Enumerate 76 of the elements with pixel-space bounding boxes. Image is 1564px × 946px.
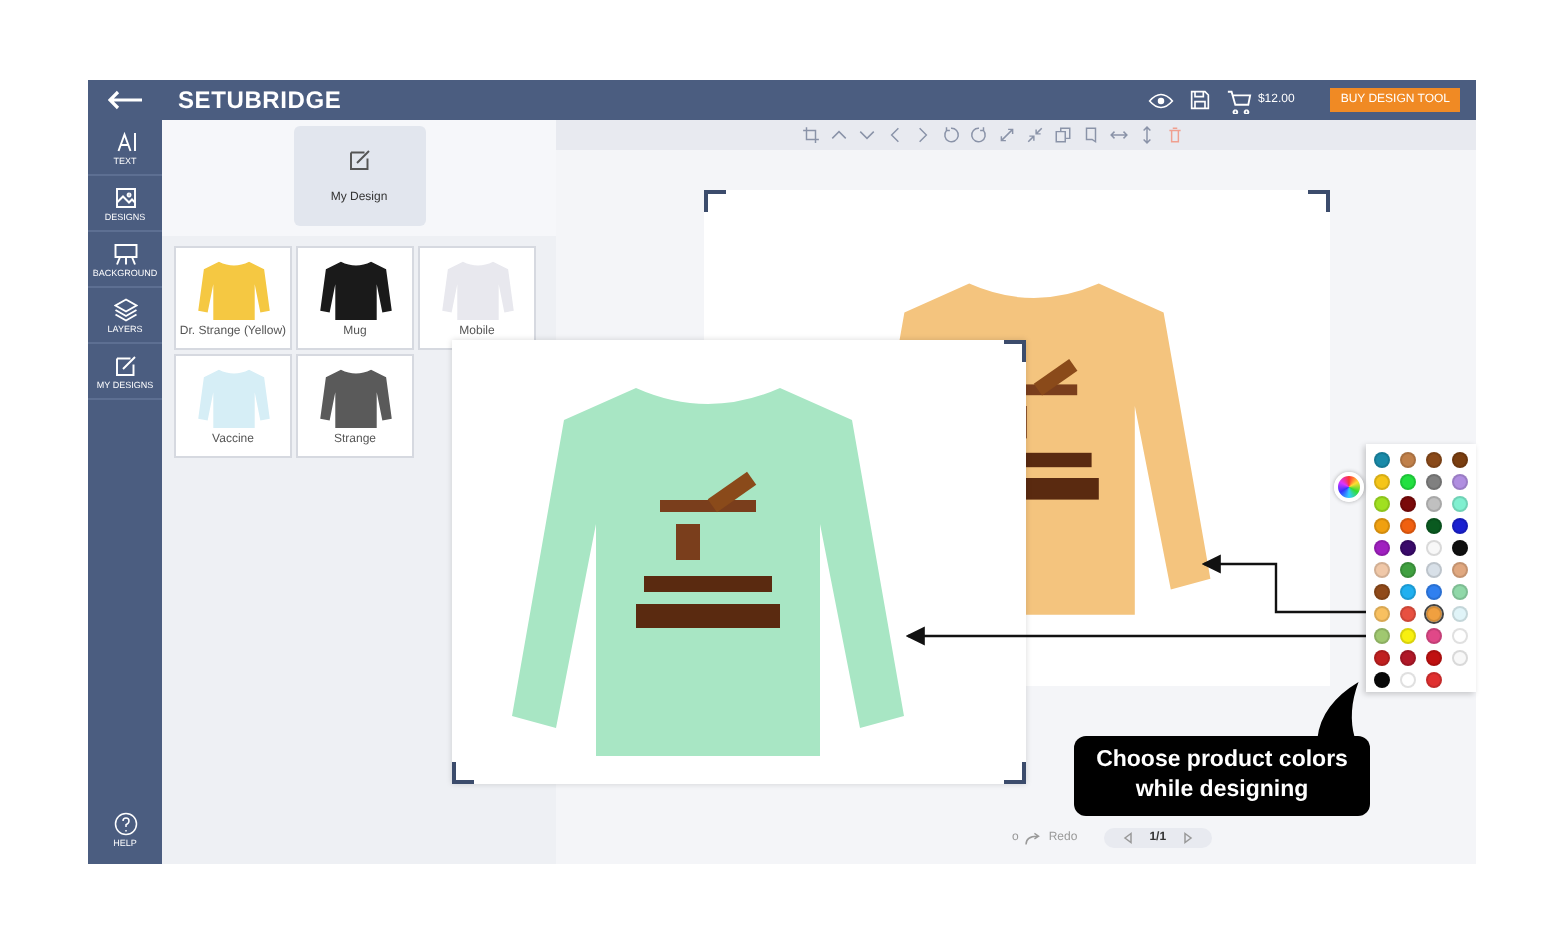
color-swatch[interactable] <box>1374 606 1390 622</box>
color-swatch[interactable] <box>1374 628 1390 644</box>
color-swatch[interactable] <box>1400 606 1416 622</box>
color-swatch[interactable] <box>1452 496 1468 512</box>
color-swatch[interactable] <box>1426 474 1442 490</box>
color-swatch[interactable] <box>1426 584 1442 600</box>
vertical-arrow-icon[interactable] <box>1138 126 1156 144</box>
crop-icon[interactable] <box>802 126 820 144</box>
color-swatch[interactable] <box>1452 606 1468 622</box>
edit-icon <box>113 354 137 378</box>
color-swatch[interactable] <box>1452 628 1468 644</box>
color-swatch[interactable] <box>1374 650 1390 666</box>
color-swatch[interactable] <box>1426 650 1442 666</box>
color-swatch[interactable] <box>1426 496 1442 512</box>
color-swatch[interactable] <box>1426 562 1442 578</box>
color-swatch[interactable] <box>1400 650 1416 666</box>
color-swatch[interactable] <box>1400 562 1416 578</box>
copy-icon[interactable] <box>1054 126 1072 144</box>
corner-bracket <box>452 762 474 784</box>
eye-icon[interactable] <box>1147 91 1174 109</box>
color-swatch[interactable] <box>1400 518 1416 534</box>
cart-icon[interactable] <box>1225 87 1252 113</box>
save-icon[interactable] <box>1189 90 1210 110</box>
previous-page-icon[interactable] <box>1121 832 1134 844</box>
chevron-down-icon[interactable] <box>858 126 876 144</box>
color-swatch[interactable] <box>1452 474 1468 490</box>
color-swatch[interactable] <box>1374 452 1390 468</box>
corner-bracket <box>1004 340 1026 362</box>
color-swatch[interactable] <box>1426 518 1442 534</box>
color-swatch[interactable] <box>1400 474 1416 490</box>
edit-icon <box>347 148 371 172</box>
page-icon[interactable] <box>1082 126 1100 144</box>
rotate-left-icon[interactable] <box>942 126 960 144</box>
color-swatch[interactable] <box>1400 496 1416 512</box>
help-icon <box>113 812 137 836</box>
color-swatch[interactable] <box>1374 496 1390 512</box>
corner-bracket <box>704 190 726 212</box>
trash-icon[interactable] <box>1166 126 1184 144</box>
color-swatch[interactable] <box>1374 562 1390 578</box>
horizontal-arrow-icon[interactable] <box>1110 126 1128 144</box>
redo-icon <box>1024 831 1043 845</box>
color-swatch[interactable] <box>1452 452 1468 468</box>
color-swatch[interactable] <box>1452 584 1468 600</box>
color-swatch[interactable] <box>1400 672 1416 688</box>
easel-icon <box>113 242 137 266</box>
corner-bracket <box>1308 190 1330 212</box>
next-page-icon[interactable] <box>1182 832 1195 844</box>
expand-icon[interactable] <box>998 126 1016 144</box>
color-swatch[interactable] <box>1374 672 1390 688</box>
color-swatch[interactable] <box>1426 540 1442 556</box>
color-swatch[interactable] <box>1452 562 1468 578</box>
corner-bracket <box>1004 762 1026 784</box>
color-swatch[interactable] <box>1374 540 1390 556</box>
color-swatch[interactable] <box>1400 452 1416 468</box>
color-swatch[interactable] <box>1426 628 1442 644</box>
color-swatch[interactable] <box>1452 518 1468 534</box>
image-icon <box>113 186 137 210</box>
color-swatch[interactable] <box>1426 452 1442 468</box>
color-swatch[interactable] <box>1400 584 1416 600</box>
rotate-right-icon[interactable] <box>970 126 988 144</box>
color-swatch[interactable] <box>1426 606 1442 622</box>
brand-name: SETUBRIDGE <box>178 86 342 114</box>
color-swatch[interactable] <box>1374 518 1390 534</box>
color-swatch[interactable] <box>1400 628 1416 644</box>
color-swatch[interactable] <box>1452 540 1468 556</box>
chevron-right-icon[interactable] <box>914 126 932 144</box>
compress-icon[interactable] <box>1026 126 1044 144</box>
color-swatch[interactable] <box>1452 650 1468 666</box>
chevron-up-icon[interactable] <box>830 126 848 144</box>
color-swatch[interactable] <box>1374 474 1390 490</box>
text-icon <box>113 130 137 154</box>
color-swatch[interactable] <box>1426 672 1442 688</box>
color-swatch[interactable] <box>1374 584 1390 600</box>
color-swatch[interactable] <box>1400 540 1416 556</box>
chevron-left-icon[interactable] <box>886 126 904 144</box>
layers-icon <box>113 298 137 322</box>
